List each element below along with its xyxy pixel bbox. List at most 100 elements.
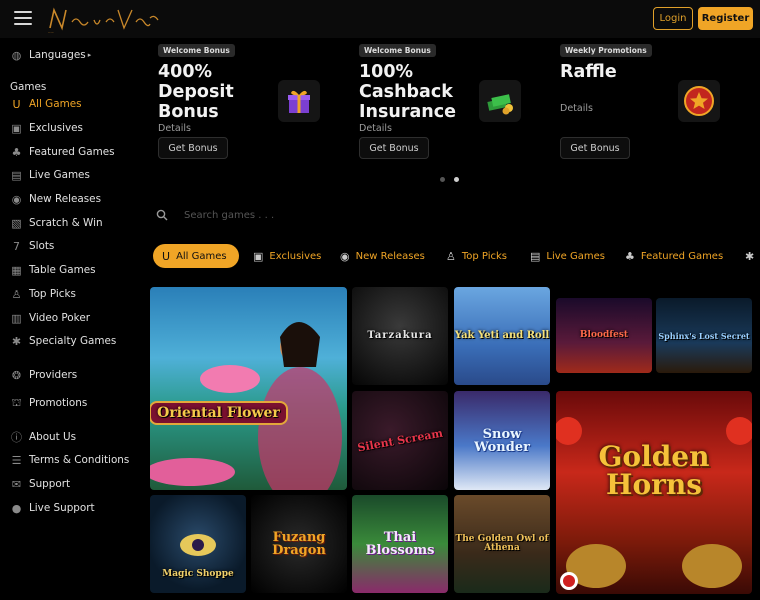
promo-card: Welcome Bonus 400% Deposit Bonus Details… [158,42,348,167]
sidebar-item-label: Top Picks [29,288,76,300]
sidebar-item-promotions[interactable]: ⛫ Promotions [10,394,87,412]
game-title: The Golden Owl of Athena [455,534,549,553]
game-tile[interactable]: Thai Blossoms [352,495,448,593]
promo-badge: Welcome Bonus [359,44,436,57]
tab-new-releases[interactable]: ◉ New Releases [340,244,425,268]
game-title: Golden Horns [598,439,710,501]
sidebar-item-slots[interactable]: 7 Slots [10,237,54,255]
game-tile[interactable]: Magic Shoppe [150,495,246,593]
get-bonus-button[interactable]: Get Bonus [359,137,429,159]
tab-exclusives[interactable]: ▣ Exclusives [253,244,321,268]
promo-details-link[interactable]: Details [560,103,593,114]
oriental-flower-art [150,322,342,490]
providers-icon: ❂ [11,368,22,382]
game-title: Thai Blossoms [365,530,435,558]
chat-icon: ● [11,501,22,515]
horseshoe-icon: Ս [12,97,21,111]
game-tile[interactable]: Snow Wonder [454,391,550,490]
sidebar-item-label: Live Support [29,502,95,514]
promo-badge: Welcome Bonus [158,44,235,57]
sidebar-item-label: Providers [29,369,78,381]
tab-label: All Games [176,250,227,262]
game-tile[interactable]: Bloodfest [556,298,652,373]
promo-details-link[interactable]: Details [359,123,392,134]
new-releases-icon: ◉ [340,249,350,263]
get-bonus-button[interactable]: Get Bonus [560,137,630,159]
game-tile[interactable]: Yak Yeti and Roll [454,287,550,385]
new-releases-icon: ◉ [11,192,22,206]
sidebar-item-video-poker[interactable]: ▥ Video Poker [10,309,90,327]
game-tile[interactable]: The Golden Owl of Athena [454,495,550,593]
game-title: Fuzang Dragon [272,530,326,558]
logo[interactable]: New Vegas [46,4,162,34]
menu-icon[interactable] [14,11,32,25]
languages-selector[interactable]: ◍ Languages ▸ [10,46,92,64]
clover-icon: ♣ [11,145,22,159]
game-title: Magic Shoppe [162,568,234,579]
carousel-dot-active[interactable] [454,177,459,182]
tab-all-games[interactable]: Ս All Games [153,244,239,268]
top-picks-icon: ♙ [446,249,456,263]
games-heading: Games [10,81,47,93]
tab-more[interactable]: ✱ [745,244,760,268]
game-tile[interactable]: Golden Horns [556,391,752,594]
register-button[interactable]: Register [698,7,753,30]
sidebar-item-new-releases[interactable]: ◉ New Releases [10,190,101,208]
sidebar-item-terms[interactable]: ☰ Terms & Conditions [10,451,130,469]
sidebar-item-top-picks[interactable]: ♙ Top Picks [10,285,76,303]
tab-top-picks[interactable]: ♙ Top Picks [446,244,507,268]
sidebar-item-label: Promotions [29,397,88,409]
tab-label: Top Picks [461,250,508,262]
chevron-right-icon: ▸ [87,51,92,59]
sidebar-item-label: All Games [29,98,82,110]
sidebar-item-all-games[interactable]: Ս All Games [10,95,82,113]
promo-title: Raffle [560,62,617,82]
sidebar-item-live-support[interactable]: ● Live Support [10,499,95,517]
game-title: Silent Scream [356,426,444,455]
sidebar-item-label: Featured Games [29,146,115,158]
top-picks-icon: ♙ [11,287,22,301]
horseshoe-icon: Ս [162,249,171,263]
languages-label: Languages [29,49,86,61]
sidebar-item-specialty-games[interactable]: ✱ Specialty Games [10,332,116,350]
login-button[interactable]: Login [653,7,693,30]
specialty-icon: ✱ [11,334,22,348]
promo-title: 100% Cashback Insurance [359,62,456,122]
sidebar-item-featured-games[interactable]: ♣ Featured Games [10,143,115,161]
search-icon [156,209,168,221]
tab-label: Exclusives [269,250,322,262]
game-title: Sphinx's Lost Secret [658,330,750,341]
search-input[interactable] [184,209,584,221]
sidebar-item-table-games[interactable]: ▦ Table Games [10,261,96,279]
sidebar-item-live-games[interactable]: ▤ Live Games [10,166,90,184]
game-tile[interactable]: Sphinx's Lost Secret [656,298,752,373]
exclusive-icon: ▣ [253,249,264,263]
sidebar-item-label: About Us [29,431,77,443]
sidebar-item-exclusives[interactable]: ▣ Exclusives [10,119,83,137]
table-icon: ▦ [11,263,22,277]
clover-icon: ♣ [625,249,635,263]
promo-details-link[interactable]: Details [158,123,191,134]
tab-live-games[interactable]: ▤ Live Games [530,244,605,268]
sidebar-item-scratch-win[interactable]: ▧ Scratch & Win [10,214,102,232]
promo-card: Weekly Promotions Raffle Details Get Bon… [560,42,750,167]
game-tile[interactable]: Fuzang Dragon [251,495,347,593]
document-icon: ☰ [11,453,22,467]
exclusive-icon: ▣ [11,121,22,135]
sidebar-item-providers[interactable]: ❂ Providers [10,366,77,384]
game-tile[interactable]: Oriental Flower [150,287,347,490]
scratch-icon: ▧ [11,216,22,230]
game-title: Bloodfest [579,330,629,340]
carousel-dot[interactable] [440,177,445,182]
tab-featured-games[interactable]: ♣ Featured Games [625,244,723,268]
sidebar-item-support[interactable]: ✉ Support [10,475,70,493]
game-title: Yak Yeti and Roll [454,330,550,341]
tab-label: Live Games [546,250,605,262]
promo-title: 400% Deposit Bonus [158,62,234,122]
sidebar-item-about-us[interactable]: ⓘ About Us [10,428,76,446]
svg-text:New Vegas: New Vegas [48,32,54,34]
game-tile[interactable]: Silent Scream [352,391,448,490]
get-bonus-button[interactable]: Get Bonus [158,137,228,159]
game-tile[interactable]: Tarzakura [352,287,448,385]
sidebar-item-label: Table Games [29,264,96,276]
